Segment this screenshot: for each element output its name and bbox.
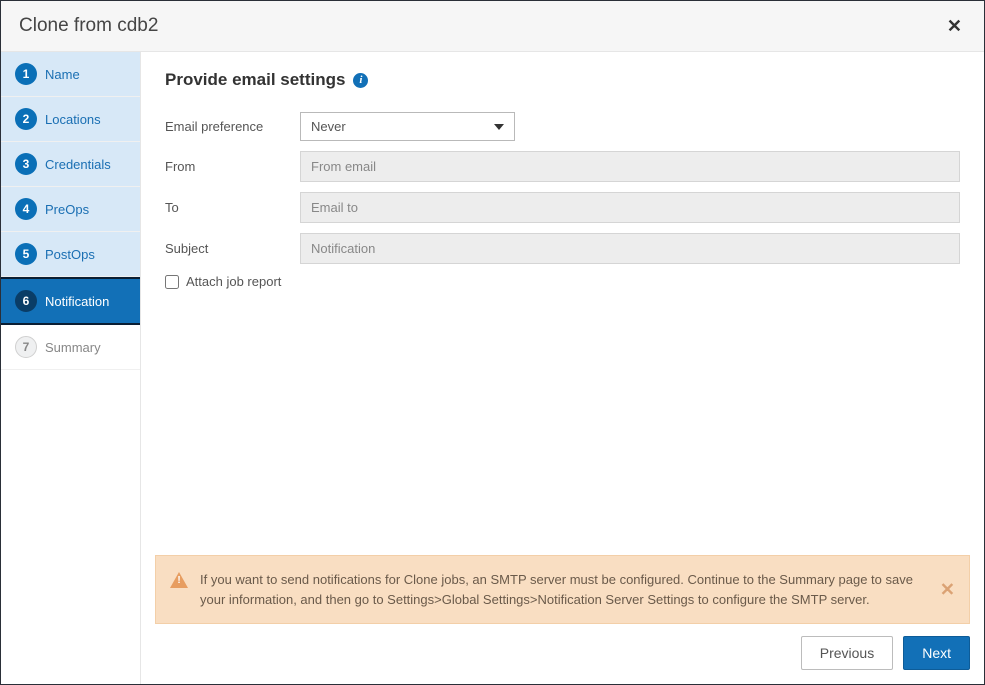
clone-wizard-modal: Clone from cdb2 ✕ 1 Name 2 Locations 3 C… <box>0 0 985 685</box>
next-button[interactable]: Next <box>903 636 970 670</box>
step-number-badge: 7 <box>15 336 37 358</box>
step-number-badge: 2 <box>15 108 37 130</box>
wizard-content: Provide email settings i Email preferenc… <box>141 52 984 684</box>
section-title-text: Provide email settings <box>165 70 345 90</box>
email-preference-value: Never <box>311 119 346 134</box>
subject-input[interactable] <box>300 233 960 264</box>
step-label: PreOps <box>45 202 89 217</box>
chevron-down-icon <box>494 124 504 130</box>
section-title: Provide email settings i <box>165 70 960 90</box>
step-postops[interactable]: 5 PostOps <box>1 232 140 277</box>
alert-text: If you want to send notifications for Cl… <box>200 570 929 609</box>
attach-report-checkbox[interactable] <box>165 275 179 289</box>
row-from: From <box>165 151 960 182</box>
step-preops[interactable]: 4 PreOps <box>1 187 140 232</box>
label-from: From <box>165 159 300 174</box>
to-input[interactable] <box>300 192 960 223</box>
footer: If you want to send notifications for Cl… <box>141 555 984 684</box>
step-number-badge: 1 <box>15 63 37 85</box>
step-locations[interactable]: 2 Locations <box>1 97 140 142</box>
modal-title: Clone from cdb2 <box>19 15 158 37</box>
label-to: To <box>165 200 300 215</box>
wizard-sidebar: 1 Name 2 Locations 3 Credentials 4 PreOp… <box>1 52 141 684</box>
step-number-badge: 3 <box>15 153 37 175</box>
modal-header: Clone from cdb2 ✕ <box>1 1 984 52</box>
step-label: Credentials <box>45 157 111 172</box>
info-icon[interactable]: i <box>353 73 368 88</box>
step-summary[interactable]: 7 Summary <box>1 325 140 370</box>
row-to: To <box>165 192 960 223</box>
step-notification[interactable]: 6 Notification <box>1 277 140 325</box>
step-label: Summary <box>45 340 101 355</box>
close-icon[interactable]: ✕ <box>943 16 966 37</box>
row-attach-report: Attach job report <box>165 274 960 289</box>
label-subject: Subject <box>165 241 300 256</box>
previous-button[interactable]: Previous <box>801 636 893 670</box>
step-number-badge: 6 <box>15 290 37 312</box>
row-email-preference: Email preference Never <box>165 112 960 141</box>
step-label: Locations <box>45 112 101 127</box>
step-label: Notification <box>45 294 109 309</box>
step-number-badge: 5 <box>15 243 37 265</box>
modal-body: 1 Name 2 Locations 3 Credentials 4 PreOp… <box>1 52 984 684</box>
label-email-preference: Email preference <box>165 119 300 134</box>
content-inner: Provide email settings i Email preferenc… <box>141 52 984 555</box>
alert-close-icon[interactable]: ✕ <box>940 579 955 600</box>
step-number-badge: 4 <box>15 198 37 220</box>
row-subject: Subject <box>165 233 960 264</box>
step-label: Name <box>45 67 80 82</box>
smtp-warning-alert: If you want to send notifications for Cl… <box>155 555 970 624</box>
email-preference-select[interactable]: Never <box>300 112 515 141</box>
footer-buttons: Previous Next <box>155 636 970 670</box>
from-input[interactable] <box>300 151 960 182</box>
step-name[interactable]: 1 Name <box>1 52 140 97</box>
step-label: PostOps <box>45 247 95 262</box>
warning-icon <box>170 572 188 588</box>
label-attach-report: Attach job report <box>186 274 281 289</box>
step-credentials[interactable]: 3 Credentials <box>1 142 140 187</box>
